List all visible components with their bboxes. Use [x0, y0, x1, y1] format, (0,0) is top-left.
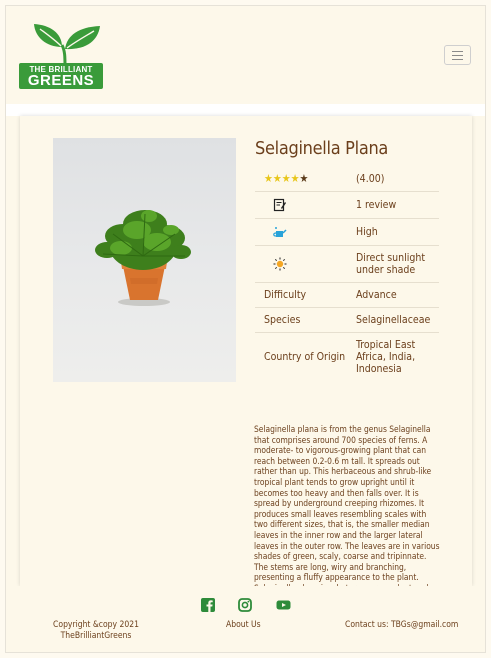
attribute-label: Difficulty — [255, 282, 347, 308]
attribute-value: Selaginellaceae — [347, 307, 439, 333]
plant-info-table: ★★★★★ (4.00) 1 review High Direct sunlig… — [255, 166, 439, 381]
potted-plant-image — [95, 210, 191, 306]
attribute-label: Country of Origin — [255, 332, 347, 381]
leaves-logo-icon — [34, 24, 100, 68]
copyright-text: Copyright &copy 2021 TheBrilliantGreens — [53, 620, 139, 641]
attribute-row: Species Selaginellaceae — [255, 307, 439, 333]
review-icon — [273, 198, 286, 212]
sun-icon — [273, 257, 287, 271]
site-header: THE BRILLIANT GREENS — [6, 6, 485, 104]
reviews-row: 1 review — [255, 191, 439, 219]
hamburger-icon-bar — [452, 51, 463, 52]
hamburger-icon-bar — [452, 59, 463, 60]
instagram-icon[interactable] — [238, 598, 252, 612]
hamburger-icon-bar — [452, 55, 463, 56]
youtube-icon[interactable] — [276, 598, 291, 612]
attribute-label: Species — [255, 307, 347, 333]
water-row: High — [255, 218, 439, 246]
product-description: Selaginella plana is from the genus Sela… — [254, 424, 440, 587]
reviews-link[interactable]: 1 review — [347, 191, 439, 219]
attribute-value: Tropical East Africa, India, Indonesia — [347, 332, 439, 381]
header-divider — [6, 104, 485, 116]
plant-photo — [53, 138, 236, 382]
rating-value: (4.00) — [356, 172, 385, 185]
light-requirement: Direct sunlight under shade — [347, 245, 439, 283]
attribute-value: Advance — [347, 282, 439, 308]
logo-wordmark: THE BRILLIANT GREENS — [19, 63, 103, 89]
facebook-icon[interactable] — [201, 598, 215, 612]
product-card: Selaginella Plana ★★★★★ (4.00) 1 review … — [20, 116, 472, 587]
light-row: Direct sunlight under shade — [255, 245, 439, 283]
rating-row: ★★★★★ (4.00) — [255, 166, 439, 192]
about-us-link[interactable]: About Us — [226, 620, 261, 630]
product-title: Selaginella Plana — [255, 138, 389, 159]
site-footer: Copyright &copy 2021 TheBrilliantGreens … — [6, 586, 485, 652]
attribute-row: Difficulty Advance — [255, 282, 439, 308]
brand-logo[interactable]: THE BRILLIANT GREENS — [19, 23, 104, 89]
watering-can-icon — [273, 227, 287, 237]
attribute-row: Country of Origin Tropical East Africa, … — [255, 332, 439, 381]
star-rating: ★★★★★ — [264, 172, 309, 185]
contact-email-link[interactable]: Contact us: TBGs@gmail.com — [345, 620, 458, 630]
logo-line2: GREENS — [27, 72, 95, 89]
hamburger-menu-button[interactable] — [444, 45, 471, 65]
page-frame: THE BRILLIANT GREENS Selaginella Plana ★… — [5, 5, 486, 653]
water-level: High — [347, 218, 439, 246]
